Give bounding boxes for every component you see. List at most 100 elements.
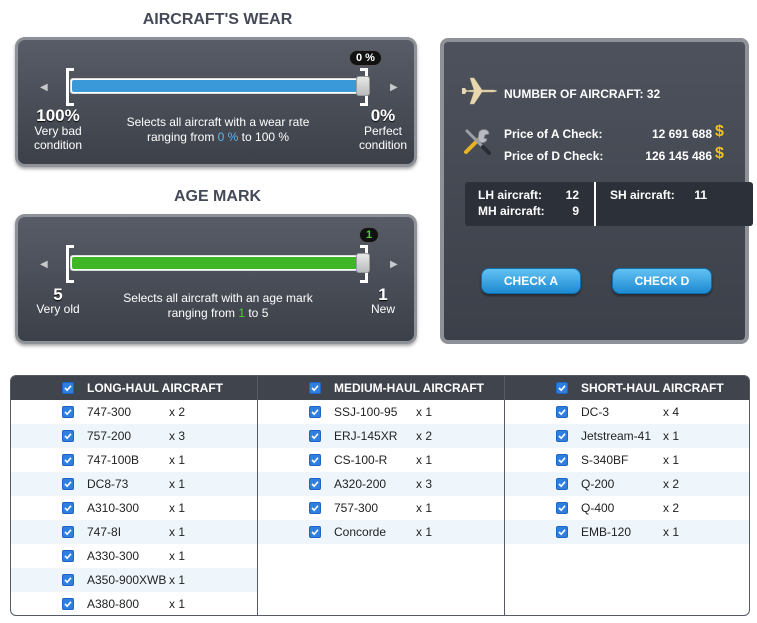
aircraft-lists: LONG-HAUL AIRCRAFT 747-300 x 2 757-200 x 3 74… [10,375,750,616]
aircraft-checkbox[interactable] [62,406,74,418]
wear-panel: ◀ ▶ 0 % 100% Very bad condition 0% Perfe… [15,37,417,167]
aircraft-checkbox[interactable] [62,454,74,466]
age-fill [72,257,366,269]
wear-description: Selects all aircraft with a wear rate ra… [98,115,338,145]
list-item[interactable]: 757-300 x 1 [258,496,504,520]
aircraft-checkbox[interactable] [62,598,74,610]
aircraft-checkbox[interactable] [556,454,568,466]
airplane-icon [460,76,498,111]
age-desc-line2: ranging from 1 to 5 [98,306,338,321]
age-title: AGE MARK [173,188,262,205]
short-haul-select-all-checkbox[interactable] [556,382,568,394]
aircraft-checkbox[interactable] [556,430,568,442]
aircraft-checkbox[interactable] [62,526,74,538]
aircraft-quantity: x 3 [169,429,186,443]
sh-label: SH aircraft: [610,188,675,202]
list-item[interactable]: S-340BF x 1 [505,448,749,472]
aircraft-name: DC-3 [581,405,610,419]
medium-haul-select-all-checkbox[interactable] [309,382,321,394]
lh-label: LH aircraft: [478,188,543,202]
list-item[interactable]: DC-3 x 4 [505,400,749,424]
age-track[interactable] [70,255,368,271]
aircraft-checkbox[interactable] [309,478,321,490]
aircraft-checkbox[interactable] [309,502,321,514]
wear-value-bubble: 0 % [349,50,382,66]
aircraft-name: 747-8I [87,525,122,539]
aircraft-checkbox[interactable] [309,454,321,466]
a-check-value: 12 691 688 [651,127,712,141]
age-right-label: New [370,302,395,316]
list-item[interactable]: Q-400 x 2 [505,496,749,520]
wear-slider-thumb[interactable] [356,76,370,96]
wear-track[interactable] [70,78,368,94]
medium-haul-header: MEDIUM-HAUL AIRCRAFT [258,376,504,400]
mh-value: 9 [572,204,579,218]
check-a-button[interactable]: CHECK A [481,268,581,294]
aircraft-quantity: x 1 [416,525,433,539]
aircraft-checkbox[interactable] [62,478,74,490]
age-left-label: Very old [36,302,80,316]
short-haul-header: SHORT-HAUL AIRCRAFT [505,376,749,400]
aircraft-checkbox[interactable] [556,478,568,490]
list-item[interactable]: 747-300 x 2 [11,400,257,424]
list-item[interactable]: 757-200 x 3 [11,424,257,448]
age-left-arrow-icon[interactable]: ◀ [40,259,48,270]
list-item[interactable]: Concorde x 1 [258,520,504,544]
aircraft-checkbox[interactable] [62,574,74,586]
aircraft-checkbox[interactable] [62,502,74,514]
wear-right-arrow-icon[interactable]: ▶ [390,82,398,93]
list-item[interactable]: A350-900XWB x 1 [11,568,257,592]
wear-desc-line1: Selects all aircraft with a wear rate [126,115,310,129]
age-desc-prefix: ranging from [167,306,239,320]
aircraft-checkbox[interactable] [62,430,74,442]
age-right-arrow-icon[interactable]: ▶ [390,259,398,270]
aircraft-checkbox[interactable] [556,406,568,418]
aircraft-name: Q-200 [581,477,615,491]
medium-haul-column: MEDIUM-HAUL AIRCRAFT SSJ-100-95 x 1 ERJ-145… [258,376,504,615]
aircraft-quantity: x 3 [416,477,433,491]
list-item[interactable]: SSJ-100-95 x 1 [258,400,504,424]
aircraft-quantity: x 1 [416,453,433,467]
wear-left-label: Very bad condition [33,124,83,152]
age-panel: ◀ ▶ 1 5 Very old 1 New Selects all aircr… [15,214,417,344]
long-haul-select-all-checkbox[interactable] [62,382,74,394]
aircraft-name: ERJ-145XR [334,429,398,443]
aircraft-quantity: x 1 [169,549,186,563]
list-item[interactable]: A330-300 x 1 [11,544,257,568]
list-item[interactable]: A380-800 x 1 [11,592,257,615]
list-item[interactable]: Jetstream-41 x 1 [505,424,749,448]
aircraft-name: SSJ-100-95 [334,405,398,419]
list-item[interactable]: 747-8I x 1 [11,520,257,544]
aircraft-checkbox[interactable] [309,430,321,442]
a-check-dollar-icon: $ [715,123,724,140]
wear-desc-line2: ranging from 0 % to 100 % [98,130,338,145]
wear-desc-prefix: ranging from [146,130,218,144]
list-item[interactable]: A320-200 x 3 [258,472,504,496]
list-item[interactable]: 747-100B x 1 [11,448,257,472]
aircraft-name: A330-300 [87,549,140,563]
lh-value: 12 [565,188,579,202]
short-haul-column: SHORT-HAUL AIRCRAFT DC-3 x 4 Jetstream-41 x … [505,376,749,615]
list-item[interactable]: EMB-120 x 1 [505,520,749,544]
list-item[interactable]: CS-100-R x 1 [258,448,504,472]
list-item[interactable]: A310-300 x 1 [11,496,257,520]
aircraft-quantity: x 1 [169,501,186,515]
aircraft-checkbox[interactable] [309,406,321,418]
aircraft-quantity: x 2 [416,429,433,443]
d-check-value: 126 145 486 [645,149,712,163]
aircraft-checkbox[interactable] [309,526,321,538]
wear-right-value: 0% [370,106,396,125]
aircraft-quantity: x 1 [169,525,186,539]
list-item[interactable]: ERJ-145XR x 2 [258,424,504,448]
short-haul-title: SHORT-HAUL AIRCRAFT [581,381,724,395]
aircraft-checkbox[interactable] [556,502,568,514]
aircraft-quantity: x 4 [663,405,680,419]
tools-icon [462,126,492,161]
list-item[interactable]: Q-200 x 2 [505,472,749,496]
aircraft-checkbox[interactable] [556,526,568,538]
aircraft-checkbox[interactable] [62,550,74,562]
list-item[interactable]: DC8-73 x 1 [11,472,257,496]
wear-left-arrow-icon[interactable]: ◀ [40,82,48,93]
check-d-button[interactable]: CHECK D [612,268,712,294]
age-slider-thumb[interactable] [356,253,370,273]
